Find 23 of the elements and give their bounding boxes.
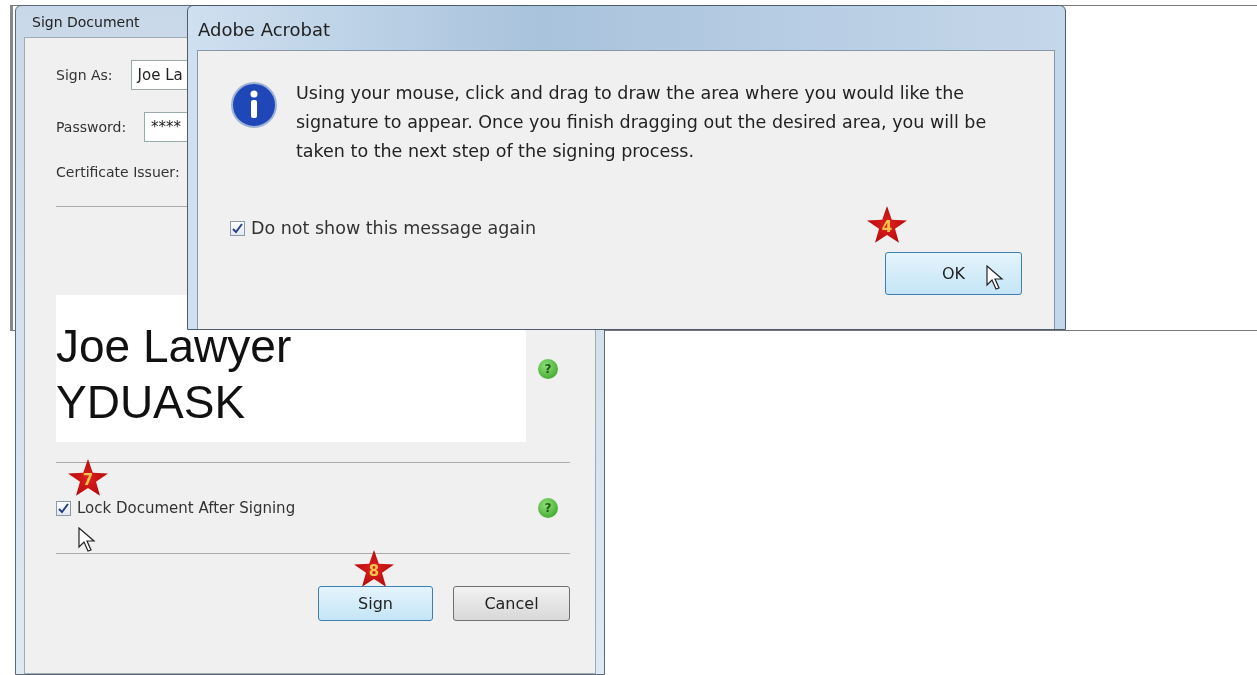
ok-button[interactable]: OK bbox=[885, 252, 1022, 295]
field-label: Password: bbox=[56, 119, 127, 135]
alert-message: Using your mouse, click and drag to draw the area where you would like the signature to appear. Once you finish dragging out the desired area, you will be taken to the next step of the signing process. bbox=[296, 82, 988, 163]
cursor-icon bbox=[986, 265, 1004, 291]
cursor-icon bbox=[78, 527, 96, 553]
help-button[interactable]: ? bbox=[538, 358, 558, 379]
signature-text: Joe Lawyer bbox=[56, 319, 293, 374]
dont-show-checkbox[interactable]: Do not show this message again bbox=[230, 218, 536, 238]
dialog-button[interactable]: Cancel bbox=[453, 586, 570, 621]
signature-text: YDUASK bbox=[56, 375, 247, 430]
step-badge: 4 bbox=[867, 206, 907, 244]
window-title: Sign Document bbox=[32, 14, 140, 30]
lock-checkbox[interactable]: Lock Document After Signing bbox=[56, 499, 296, 517]
window-title: Adobe Acrobat bbox=[197, 18, 332, 42]
help-button[interactable]: ? bbox=[538, 498, 558, 518]
checkbox-icon bbox=[56, 500, 71, 516]
info-icon bbox=[230, 81, 278, 129]
dialog-button[interactable]: Sign bbox=[318, 586, 433, 621]
field-label: Sign As: bbox=[56, 67, 113, 83]
field-label: Certificate Issuer: bbox=[56, 164, 181, 180]
step-badge: 7 bbox=[68, 459, 108, 497]
checkbox-icon bbox=[230, 220, 245, 236]
step-badge: 8 bbox=[354, 550, 394, 588]
